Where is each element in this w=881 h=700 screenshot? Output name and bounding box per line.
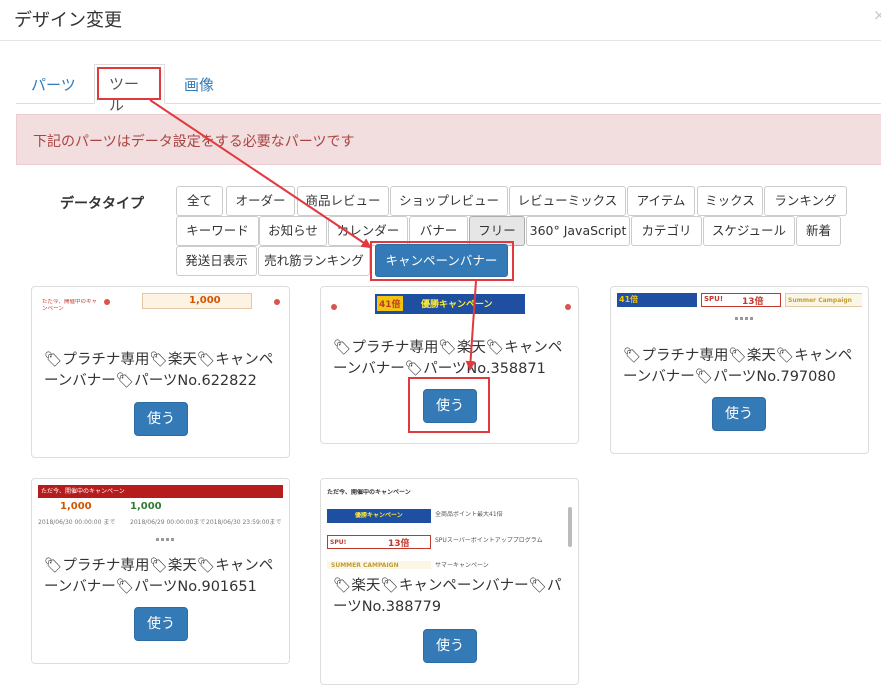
annotation-arrow-to-chip <box>149 99 372 249</box>
annotation-arrow-to-button <box>465 280 477 371</box>
annotation-arrows <box>149 99 477 371</box>
